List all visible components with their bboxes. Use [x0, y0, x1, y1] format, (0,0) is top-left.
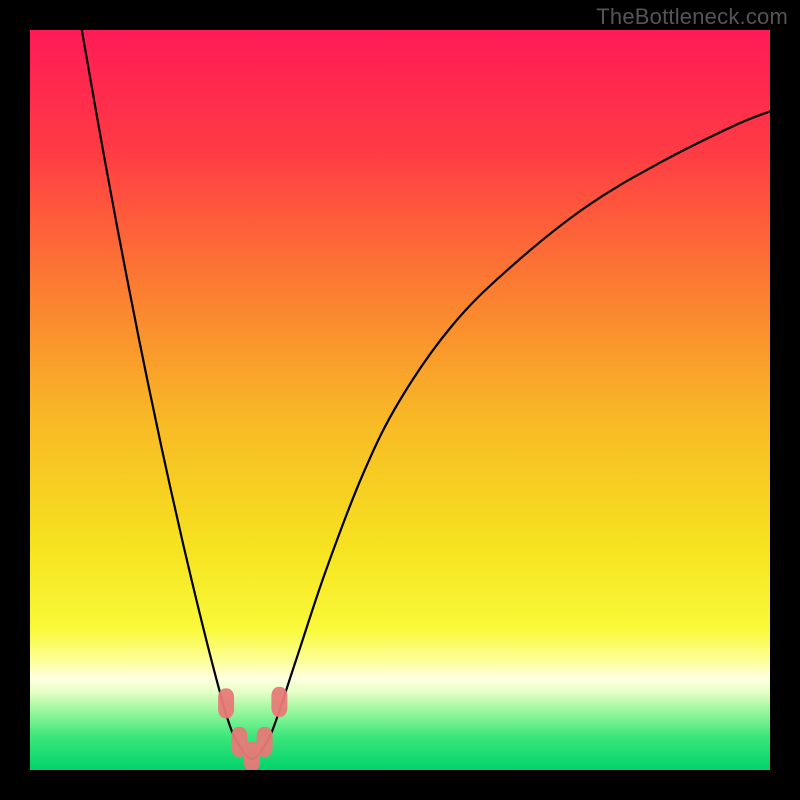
- bottleneck-curve: [82, 30, 770, 759]
- plot-area: [30, 30, 770, 770]
- curve-layer: [30, 30, 770, 770]
- watermark-text: TheBottleneck.com: [596, 4, 788, 30]
- curve-marker: [257, 727, 273, 757]
- curve-marker: [271, 687, 287, 717]
- chart-frame: TheBottleneck.com: [0, 0, 800, 800]
- curve-marker: [218, 688, 234, 718]
- curve-markers: [218, 687, 287, 770]
